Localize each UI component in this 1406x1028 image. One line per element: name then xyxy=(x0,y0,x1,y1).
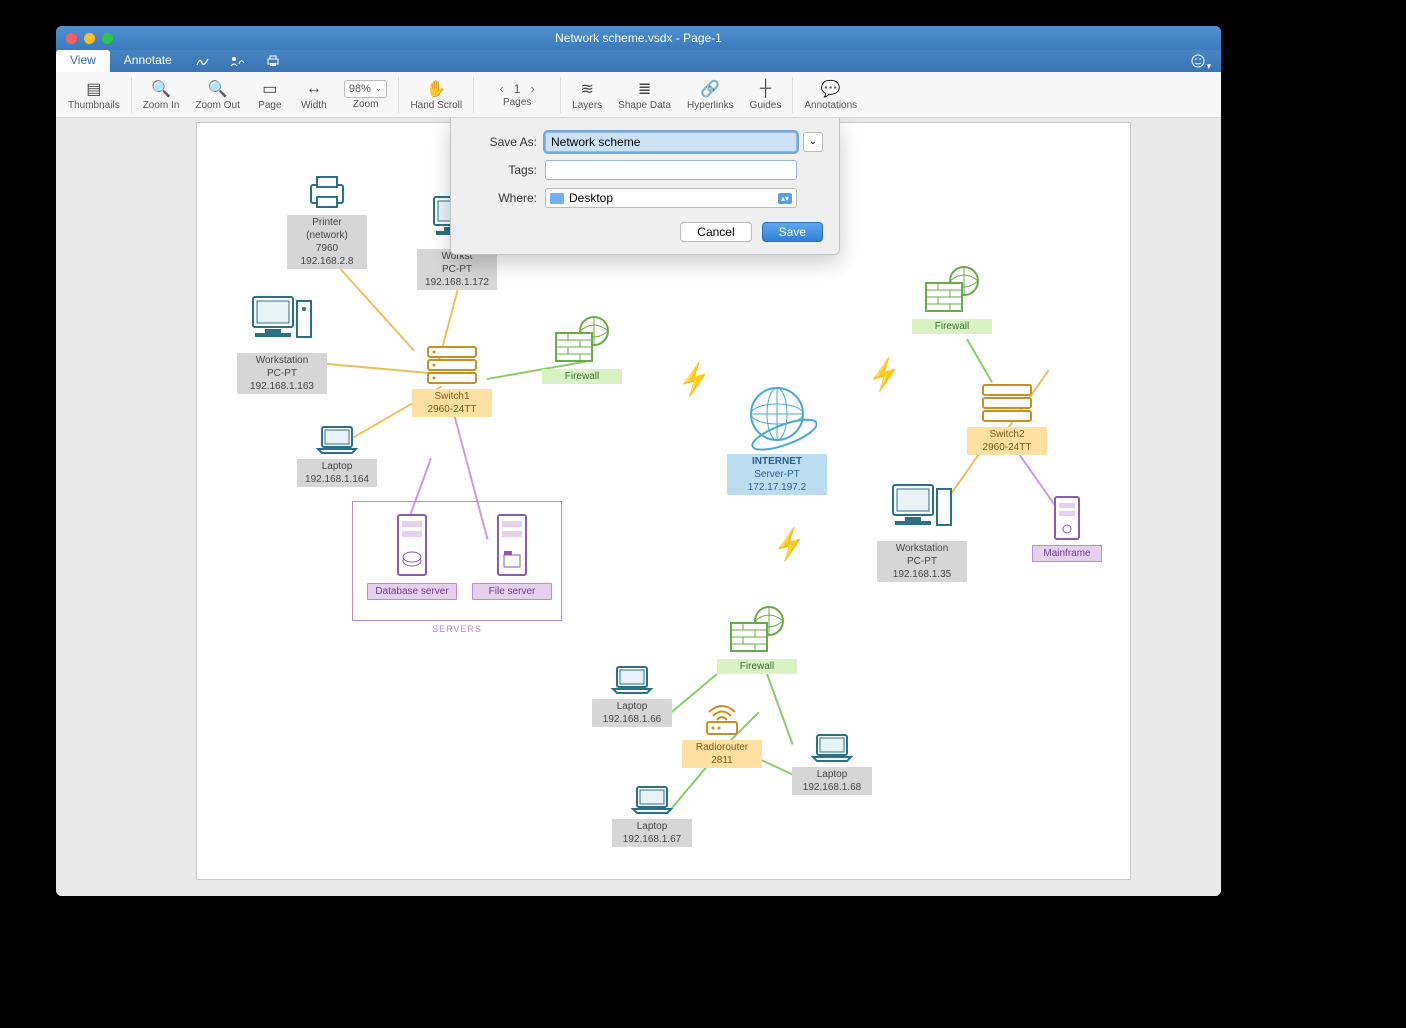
workstation-icon xyxy=(249,293,315,351)
folder-icon xyxy=(550,193,564,204)
firewall-icon xyxy=(920,263,984,317)
canvas-area[interactable]: ⚡ ⚡ ⚡ Printer(network)7960192.168.2.8 Wo… xyxy=(56,118,1221,896)
node-radiorouter[interactable]: Radiorouter2811 xyxy=(682,698,762,768)
node-database-server[interactable]: Database server xyxy=(367,511,457,600)
laptop-icon xyxy=(609,663,655,697)
hyperlinks-button[interactable]: 🔗Hyperlinks xyxy=(679,73,742,117)
connector xyxy=(766,674,794,745)
where-select[interactable]: Desktop ▴▾ xyxy=(545,188,797,208)
shape-data-icon: ≣ xyxy=(638,79,651,99)
node-workstation-left[interactable]: WorkstationPC-PT192.168.1.163 xyxy=(237,293,327,394)
guides-icon: ┼ xyxy=(760,79,771,99)
shape-data-button[interactable]: ≣Shape Data xyxy=(610,73,679,117)
prev-page-button[interactable]: ‹ xyxy=(495,81,507,96)
node-switch2[interactable]: Switch22960-24TT xyxy=(967,381,1047,455)
node-file-server[interactable]: File server xyxy=(472,511,552,600)
annotations-icon: 💬 xyxy=(821,79,841,99)
zoom-in-button[interactable]: 🔍Zoom In xyxy=(135,73,188,117)
save-dialog: Save As: ⌄ Tags: Where: Desktop ▴▾ Cance… xyxy=(450,118,840,255)
expand-button[interactable]: ⌄ xyxy=(803,132,823,152)
thumbnails-button[interactable]: ▤Thumbnails xyxy=(60,73,128,117)
cancel-button[interactable]: Cancel xyxy=(680,222,751,242)
tags-input[interactable] xyxy=(545,160,797,180)
thumbnails-icon: ▤ xyxy=(86,79,101,99)
page-icon: ▭ xyxy=(262,79,277,99)
width-fit-button[interactable]: ↔Width xyxy=(292,73,336,117)
zoom-in-icon: 🔍 xyxy=(151,79,171,99)
firewall-icon xyxy=(550,313,614,367)
save-as-label: Save As: xyxy=(467,135,537,149)
globe-icon xyxy=(737,378,817,452)
server-icon xyxy=(492,511,532,581)
layers-button[interactable]: ≋Layers xyxy=(564,73,610,117)
guides-button[interactable]: ┼Guides xyxy=(742,73,790,117)
laptop-icon xyxy=(629,783,675,817)
tab-view[interactable]: View xyxy=(56,50,110,72)
page-fit-button[interactable]: ▭Page xyxy=(248,73,292,117)
chevron-down-icon: ⌄ xyxy=(375,83,383,94)
node-laptop-b2[interactable]: Laptop192.168.1.68 xyxy=(792,731,872,795)
node-printer[interactable]: Printer(network)7960192.168.2.8 xyxy=(287,173,367,269)
laptop-icon xyxy=(314,423,360,457)
firewall-icon xyxy=(725,603,789,657)
node-mainframe[interactable]: Mainframe xyxy=(1032,493,1102,562)
tab-annotate[interactable]: Annotate xyxy=(110,50,186,72)
node-firewall-right[interactable]: Firewall xyxy=(912,263,992,334)
lightning-icon: ⚡ xyxy=(673,359,715,400)
connector xyxy=(966,339,993,383)
zoom-out-icon: 🔍 xyxy=(208,79,228,99)
titlebar[interactable]: Network scheme.vsdx - Page-1 xyxy=(56,26,1221,50)
app-window: Network scheme.vsdx - Page-1 View Annota… xyxy=(56,26,1221,896)
node-laptop-b3[interactable]: Laptop192.168.1.67 xyxy=(612,783,692,847)
person-sign-icon[interactable] xyxy=(220,50,256,72)
router-icon xyxy=(699,698,745,738)
lightning-icon: ⚡ xyxy=(863,354,905,395)
switch-icon xyxy=(424,343,480,387)
tags-label: Tags: xyxy=(467,163,537,177)
print-icon[interactable] xyxy=(256,50,290,72)
annotations-button[interactable]: 💬Annotations xyxy=(796,73,865,117)
server-icon xyxy=(392,511,432,581)
hyperlinks-icon: 🔗 xyxy=(700,79,720,99)
where-label: Where: xyxy=(467,191,537,205)
width-icon: ↔ xyxy=(306,79,322,99)
signature-icon[interactable] xyxy=(186,50,220,72)
hand-icon: ✋ xyxy=(426,79,446,99)
node-internet[interactable]: INTERNETServer-PT172.17.197.2 xyxy=(727,378,827,495)
pages-group: ‹ 1 › Pages xyxy=(477,73,557,117)
workstation-icon xyxy=(889,481,955,539)
save-button[interactable]: Save xyxy=(762,222,823,242)
feedback-icon[interactable]: ▾ xyxy=(1180,50,1221,72)
lightning-icon: ⚡ xyxy=(768,524,810,565)
zoom-group: 98%⌄ Zoom xyxy=(336,73,396,117)
menubar: View Annotate ▾ xyxy=(56,50,1221,72)
next-page-button[interactable]: › xyxy=(526,81,538,96)
switch-icon xyxy=(979,381,1035,425)
zoom-select[interactable]: 98%⌄ xyxy=(344,80,388,98)
hand-scroll-button[interactable]: ✋Hand Scroll xyxy=(402,73,470,117)
zoom-out-button[interactable]: 🔍Zoom Out xyxy=(187,73,247,117)
node-workstation-right[interactable]: WorkstationPC-PT192.168.1.35 xyxy=(877,481,967,582)
laptop-icon xyxy=(809,731,855,765)
node-firewall-left[interactable]: Firewall xyxy=(542,313,622,384)
updown-icon: ▴▾ xyxy=(778,193,792,204)
window-title: Network scheme.vsdx - Page-1 xyxy=(56,31,1221,45)
node-firewall-bottom[interactable]: Firewall xyxy=(717,603,797,674)
node-laptop-left[interactable]: Laptop192.168.1.164 xyxy=(297,423,377,487)
page-number: 1 xyxy=(514,82,521,96)
node-laptop-b1[interactable]: Laptop192.168.1.66 xyxy=(592,663,672,727)
save-as-input[interactable] xyxy=(545,132,797,152)
node-switch1[interactable]: Switch12960-24TT xyxy=(412,343,492,417)
layers-icon: ≋ xyxy=(580,79,593,99)
toolbar: ▤Thumbnails 🔍Zoom In 🔍Zoom Out ▭Page ↔Wi… xyxy=(56,72,1221,118)
printer-icon xyxy=(305,173,349,213)
mainframe-icon xyxy=(1049,493,1085,543)
